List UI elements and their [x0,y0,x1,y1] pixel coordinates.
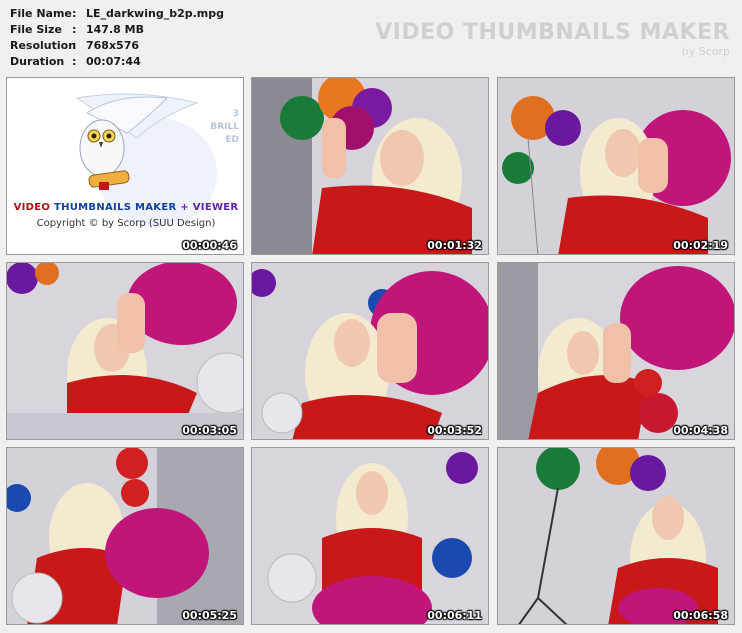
file-size-row: File Size : 147.8 MB [10,22,224,38]
resolution-label: Resolution [10,39,77,52]
file-info: File Name : LE_darkwing_b2p.mpg File Siz… [10,6,224,70]
brand-title: VIDEO THUMBNAILS MAKER [375,20,730,45]
video-frame-image [498,263,734,439]
video-frame-image [7,263,243,439]
resolution-row: Resolution : 768x576 [10,38,224,54]
file-size-label: File Size [10,23,62,36]
colon: : [72,7,77,20]
brand-subtitle: by Scorp [681,45,730,58]
thumbnail-timestamp: 00:03:05 [182,424,237,437]
video-frame-image [252,448,488,624]
logo-title-viewer: + VIEWER [180,202,239,213]
thumbnail-8[interactable]: 00:06:11 [251,447,489,625]
thumbnail-timestamp: 00:03:52 [427,424,482,437]
thumbnail-7[interactable]: 00:05:25 [6,447,244,625]
logo-title: VIDEO THUMBNAILS MAKER + VIEWER [7,202,243,213]
video-frame-image [252,263,488,439]
logo-copyright: Copyright © by Scorp (SUU Design) [36,218,216,229]
video-frame-image [498,78,734,254]
thumbnail-4[interactable]: 00:03:05 [6,262,244,440]
thumbnail-timestamp: 00:02:19 [673,239,728,252]
thumbnail-timestamp: 00:05:25 [182,609,237,622]
resolution-value: 768x576 [86,39,140,52]
duration-value: 00:07:44 [86,55,141,68]
logo-side-text: 3 BRILL ED [210,108,239,147]
thumbnail-timestamp: 00:01:32 [427,239,482,252]
video-frame-image [498,448,734,624]
logo-side-2: BRILL [210,122,239,132]
logo-side-3: ED [225,135,239,145]
thumbnail-timestamp: 00:04:38 [673,424,728,437]
thumbnail-timestamp: 00:06:11 [427,609,482,622]
video-frame-image [7,448,243,624]
logo-title-video: VIDEO [13,202,51,213]
thumbnail-3[interactable]: 00:02:19 [497,77,735,255]
duration-row: Duration : 00:07:44 [10,54,224,70]
thumbnail-1[interactable]: VIDEO THUMBNAILS MAKER + VIEWER Copyrigh… [6,77,244,255]
thumbnail-9[interactable]: 00:06:58 [497,447,735,625]
logo-title-thumbnails: THUMBNAILS MAKER [53,202,177,213]
brand-watermark: VIDEO THUMBNAILS MAKER by Scorp [375,20,730,58]
logo-side-1: 3 [232,109,239,119]
video-frame-image [252,78,488,254]
thumbnail-5[interactable]: 00:03:52 [251,262,489,440]
file-name-value: LE_darkwing_b2p.mpg [86,7,224,20]
file-size-value: 147.8 MB [86,23,144,36]
thumbnail-2[interactable]: 00:01:32 [251,77,489,255]
duration-label: Duration [10,55,65,68]
file-name-label: File Name [10,7,72,20]
thumbnail-6[interactable]: 00:04:38 [497,262,735,440]
file-name-row: File Name : LE_darkwing_b2p.mpg [10,6,224,22]
colon: : [72,55,77,68]
colon: : [72,39,77,52]
thumbnail-timestamp: 00:00:46 [182,239,237,252]
thumbnail-timestamp: 00:06:58 [673,609,728,622]
colon: : [72,23,77,36]
